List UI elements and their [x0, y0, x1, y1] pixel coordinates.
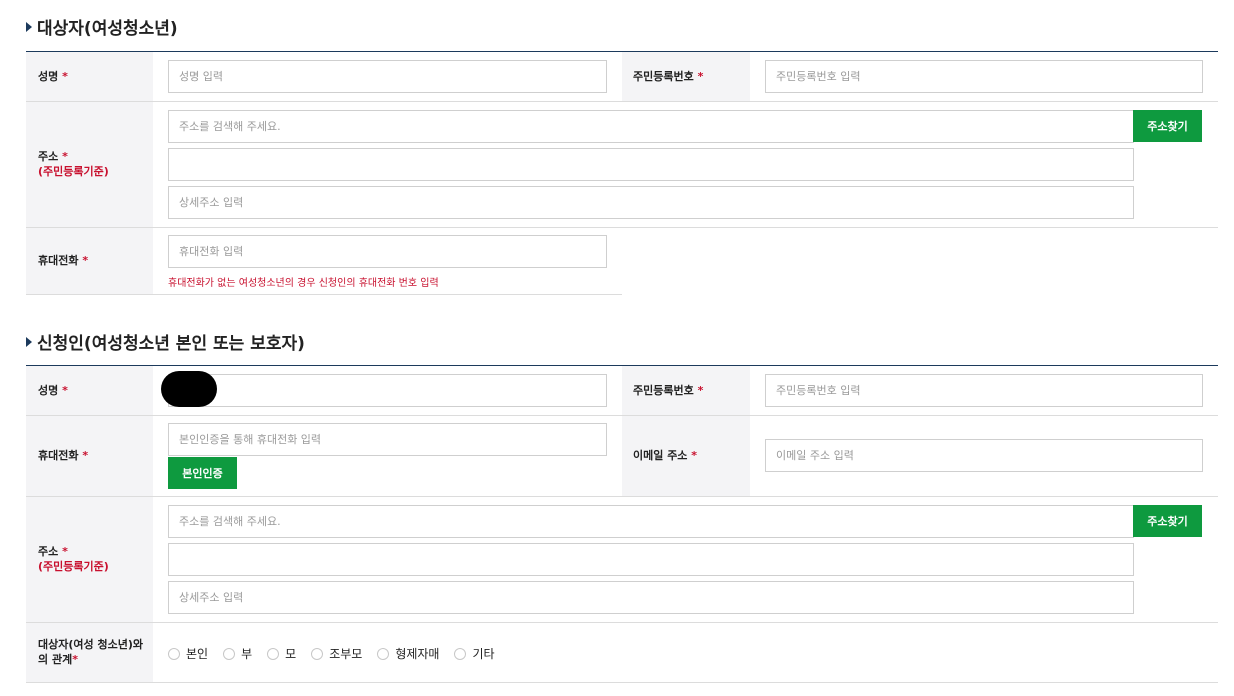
phone-label: 휴대전화 * — [38, 254, 89, 267]
radio-circle-icon[interactable] — [311, 647, 324, 660]
row-divider — [26, 101, 1218, 102]
applicant-rrn-label: 주민등록번호 * — [633, 384, 704, 397]
relation-option-father[interactable]: 부 — [223, 645, 252, 662]
triangle-bullet-icon — [26, 336, 32, 347]
applicant-email-input[interactable] — [765, 439, 1203, 472]
row-divider — [26, 682, 1218, 683]
row-divider — [26, 496, 1218, 497]
applicant-phone-label: 휴대전화 * — [38, 449, 89, 462]
relation-label: 대상자(여성 청소년)와 의 관계* — [38, 638, 143, 666]
applicant-address-main-input[interactable] — [168, 543, 1134, 576]
applicant-address-detail-input[interactable] — [168, 581, 1134, 614]
relation-option-mother[interactable]: 모 — [267, 645, 296, 662]
rrn-label: 주민등록번호 * — [633, 70, 704, 83]
relation-option-sibling[interactable]: 형제자매 — [377, 645, 439, 662]
applicant-rrn-input[interactable] — [765, 374, 1203, 407]
target-address-search-button[interactable]: 주소찾기 — [1133, 110, 1202, 142]
target-address-detail-input[interactable] — [168, 186, 1134, 219]
relation-option-grandparent[interactable]: 조부모 — [311, 645, 362, 662]
target-rrn-input[interactable] — [765, 60, 1203, 93]
applicant-phone-input[interactable] — [168, 423, 607, 456]
redaction-mask — [161, 371, 217, 407]
target-address-search-input[interactable] — [168, 110, 1134, 143]
radio-circle-icon[interactable] — [267, 647, 280, 660]
email-label: 이메일 주소 * — [633, 449, 698, 462]
row-divider — [26, 622, 1218, 623]
target-address-main-input[interactable] — [168, 148, 1134, 181]
relation-option-other[interactable]: 기타 — [454, 645, 495, 662]
section1-title: 대상자(여성청소년) — [26, 14, 178, 39]
name-label: 성명 * — [38, 70, 68, 83]
address-label: 주소 * (주민등록기준) — [38, 150, 109, 178]
row-divider — [26, 294, 622, 295]
relation-option-self[interactable]: 본인 — [168, 645, 208, 662]
applicant-name-label: 성명 * — [38, 384, 68, 397]
relation-radio-group: 본인 부 모 조부모 형제자매 기타 — [168, 645, 510, 662]
radio-circle-icon[interactable] — [168, 647, 180, 660]
radio-circle-icon[interactable] — [377, 647, 390, 660]
row-divider — [26, 227, 1218, 228]
applicant-name-input[interactable] — [168, 374, 607, 407]
applicant-address-label: 주소 * (주민등록기준) — [38, 545, 109, 573]
applicant-address-search-input[interactable] — [168, 505, 1134, 538]
section2-title: 신청인(여성청소년 본인 또는 보호자) — [26, 329, 305, 354]
applicant-address-search-button[interactable]: 주소찾기 — [1133, 505, 1202, 537]
target-phone-input[interactable] — [168, 235, 607, 268]
radio-circle-icon[interactable] — [454, 647, 467, 660]
target-name-input[interactable] — [168, 60, 607, 93]
triangle-bullet-icon — [26, 21, 32, 32]
verify-identity-button[interactable]: 본인인증 — [168, 457, 237, 489]
phone-note: 휴대전화가 없는 여성청소년의 경우 신청인의 휴대전화 번호 입력 — [168, 278, 439, 289]
radio-circle-icon[interactable] — [223, 647, 236, 660]
